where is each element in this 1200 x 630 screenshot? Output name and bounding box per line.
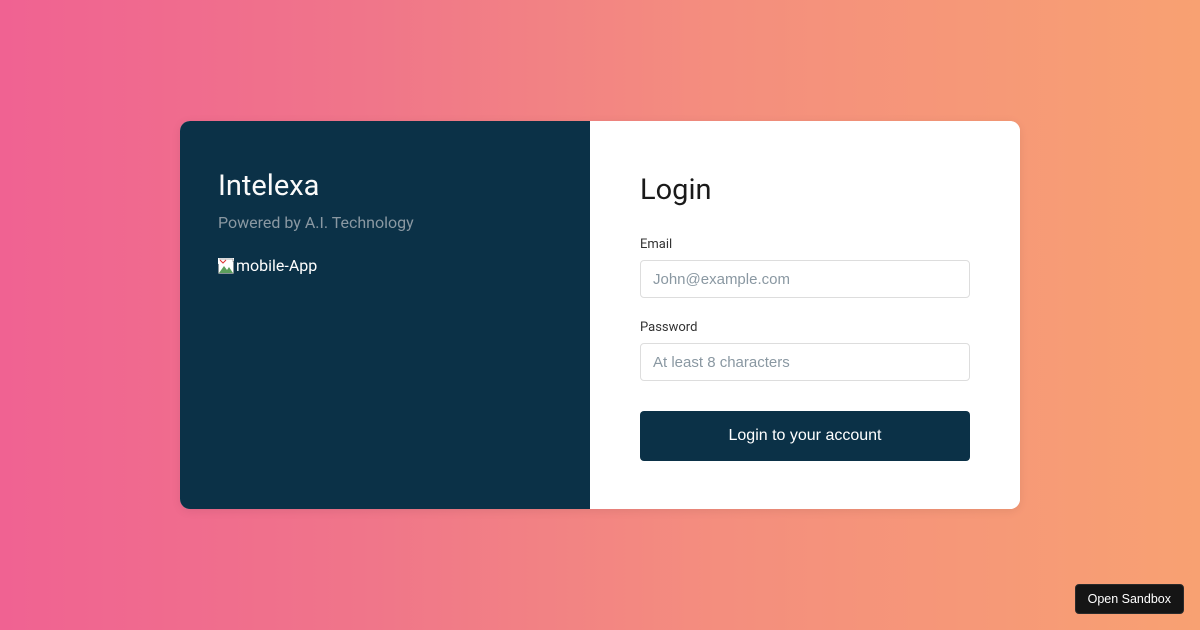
broken-image-alt-text: mobile-App [236,256,317,275]
brand-tagline: Powered by A.I. Technology [218,213,552,232]
login-card: Intelexa Powered by A.I. Technology mobi… [180,121,1020,509]
brand-panel: Intelexa Powered by A.I. Technology mobi… [180,121,590,509]
login-heading: Login [640,173,970,207]
login-button[interactable]: Login to your account [640,411,970,461]
email-group: Email [640,237,970,298]
broken-image-icon [218,258,234,274]
brand-title: Intelexa [218,169,552,203]
password-field[interactable] [640,343,970,381]
email-label: Email [640,237,970,252]
login-panel: Login Email Password Login to your accou… [590,121,1020,509]
open-sandbox-button[interactable]: Open Sandbox [1075,584,1184,614]
email-field[interactable] [640,260,970,298]
password-label: Password [640,320,970,335]
password-group: Password [640,320,970,381]
mobile-app-image: mobile-App [218,256,552,275]
